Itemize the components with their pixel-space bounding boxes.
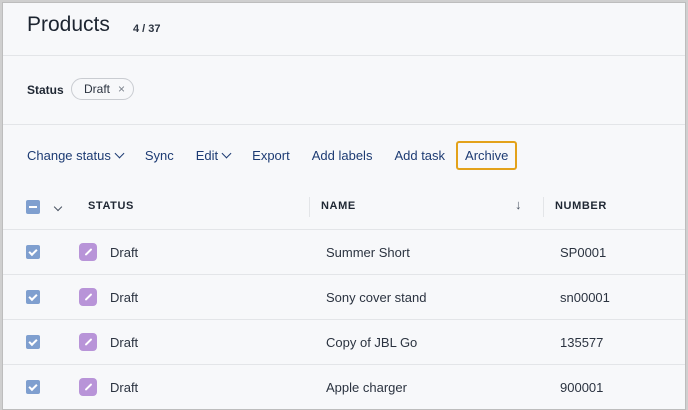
page-header: Products 4 / 37 [3,3,685,56]
check-icon [28,381,38,391]
products-window: Products 4 / 37 Status Draft × Change st… [2,2,686,410]
name-cell[interactable]: Summer Short [326,245,410,260]
add-task-button[interactable]: Add task [394,148,445,163]
sort-descending-icon[interactable]: ↓ [515,197,522,212]
number-cell: 900001 [560,380,604,395]
filter-bar: Status Draft × [3,56,685,125]
column-divider[interactable] [543,197,544,217]
change-status-label: Change status [27,147,111,163]
chip-label: Draft [84,82,111,96]
minus-icon [29,206,37,208]
status-cell: Draft [110,245,139,260]
row-checkbox[interactable] [26,290,40,304]
column-header-number[interactable]: NUMBER [555,200,607,212]
table-row[interactable]: Draft Summer Short SP0001 [3,230,685,275]
row-checkbox[interactable] [26,245,40,259]
status-cell: Draft [110,290,139,305]
status-cell: Draft [110,380,139,395]
archive-button[interactable]: Archive [456,140,518,170]
edit-button[interactable]: Edit [195,147,232,163]
add-labels-button[interactable]: Add labels [312,148,373,163]
export-label: Export [252,147,290,163]
table-row[interactable]: Draft Sony cover stand sn00001 [3,275,685,320]
pencil-icon [79,333,97,351]
chevron-down-icon[interactable] [53,202,63,212]
table-row[interactable]: Draft Apple charger 900001 [3,365,685,409]
chevron-down-icon [221,148,232,158]
sync-label: Sync [144,147,174,163]
page-title: Products [27,13,110,36]
row-checkbox[interactable] [26,335,40,349]
table-row[interactable]: Draft Copy of JBL Go 135577 [3,320,685,365]
column-divider[interactable] [309,197,310,217]
row-checkbox[interactable] [26,380,40,394]
column-header-status[interactable]: STATUS [88,200,134,212]
select-all-checkbox[interactable] [26,200,40,214]
name-cell[interactable]: Apple charger [326,380,407,395]
number-cell: 135577 [560,335,604,350]
pencil-icon [79,243,97,261]
check-icon [28,291,38,301]
archive-label: Archive [465,147,509,163]
export-button[interactable]: Export [252,148,290,163]
chevron-down-icon [114,148,125,158]
selection-count: 4 / 37 [133,23,161,35]
status-cell: Draft [110,335,139,350]
pencil-icon [79,378,97,396]
check-icon [28,336,38,346]
number-cell: sn00001 [560,290,610,305]
change-status-button[interactable]: Change status [27,147,125,163]
bulk-action-toolbar: Change status Sync Edit Export Add label… [3,125,685,185]
products-table: STATUS NAME ↓ NUMBER Draft Summer Short … [3,185,685,409]
table-header: STATUS NAME ↓ NUMBER [3,185,685,230]
name-cell[interactable]: Sony cover stand [326,290,426,305]
pencil-icon [79,288,97,306]
check-icon [28,246,38,256]
add-task-label: Add task [394,147,446,163]
edit-label: Edit [195,147,219,163]
name-cell[interactable]: Copy of JBL Go [326,335,417,350]
filter-label: Status [27,83,64,97]
number-cell: SP0001 [560,245,607,260]
sync-button[interactable]: Sync [145,148,174,163]
status-filter-chip[interactable]: Draft × [71,78,135,100]
column-header-name[interactable]: NAME [321,200,356,212]
add-labels-label: Add labels [311,147,373,163]
close-icon[interactable]: × [118,83,125,95]
